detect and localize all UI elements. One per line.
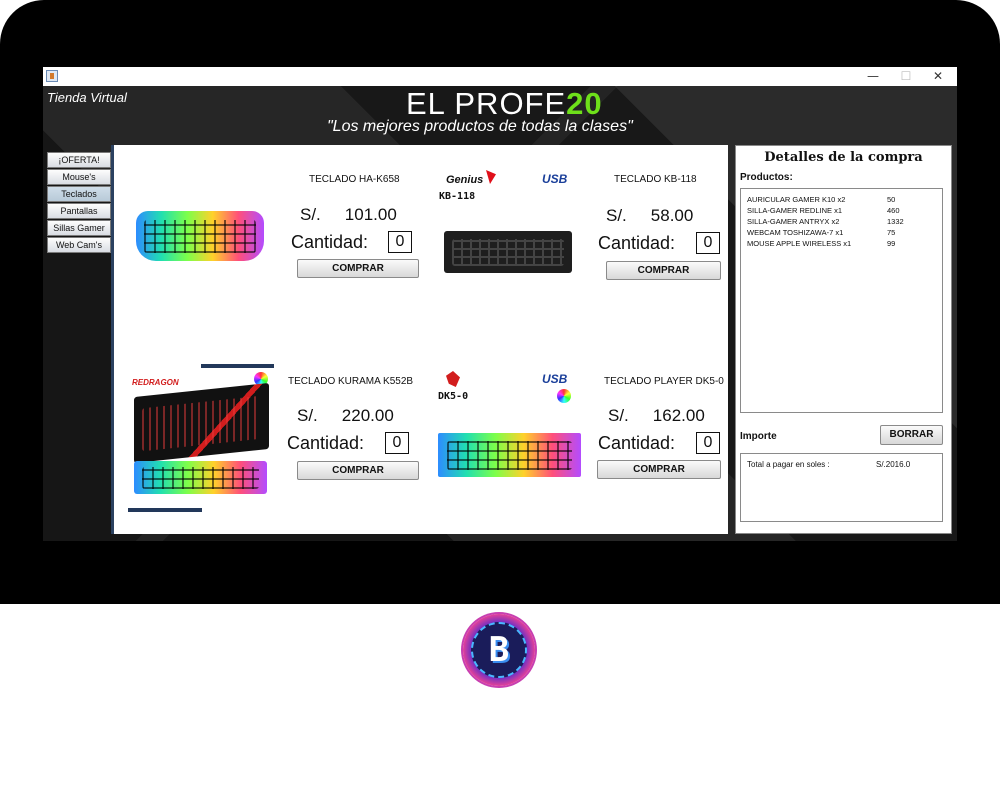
product-image-kurama xyxy=(134,461,267,494)
brand-number: 20 xyxy=(566,86,603,121)
buy-button[interactable]: COMPRAR xyxy=(297,461,419,480)
currency: S/. xyxy=(608,406,629,425)
products-panel: TECLADO HA-K658 S/. 101.00 Cantidad: 0 CO… xyxy=(111,145,728,534)
buy-button[interactable]: COMPRAR xyxy=(297,259,419,278)
product-price: S/. 101.00 xyxy=(300,205,397,225)
product-price: S/. 58.00 xyxy=(606,206,693,226)
item-price: 1332 xyxy=(887,217,904,226)
nav-webcams-button[interactable]: Web Cam's xyxy=(47,237,111,253)
product-price: S/. 162.00 xyxy=(608,406,705,426)
total-value: S/.2016.0 xyxy=(876,460,911,469)
logo-letter-icon: B xyxy=(488,630,510,670)
quantity-field[interactable]: 0 xyxy=(385,432,409,454)
currency: S/. xyxy=(606,206,627,225)
product-name: TECLADO PLAYER DK5-0 xyxy=(604,376,724,387)
cart-list[interactable]: AURICULAR GAMER K10 x2 50 SILLA-GAMER RED… xyxy=(740,188,943,413)
quantity-label: Cantidad: xyxy=(287,433,365,453)
total-area[interactable]: Total a pagar en soles : S/.2016.0 xyxy=(740,453,943,522)
quantity-label: Cantidad: xyxy=(598,233,676,253)
nav-mouses-button[interactable]: Mouse's xyxy=(47,169,111,185)
item-name: MOUSE APPLE WIRELESS x1 xyxy=(747,239,852,248)
close-button[interactable]: ✕ xyxy=(921,67,955,86)
total-label: Total a pagar en soles : xyxy=(747,460,830,469)
maximize-button[interactable]: ☐ xyxy=(889,67,923,86)
store-label: Tienda Virtual xyxy=(47,90,127,105)
item-name: SILLA-GAMER ANTRYX x2 xyxy=(747,217,840,226)
item-price: 75 xyxy=(887,228,896,237)
list-item: AURICULAR GAMER K10 x2 50 xyxy=(747,195,895,204)
product-name: TECLADO KURAMA K552B xyxy=(288,376,414,387)
model-label: KB-118 xyxy=(439,191,476,202)
quantity-field[interactable]: 0 xyxy=(696,432,720,454)
quantity-field[interactable]: 0 xyxy=(388,231,412,253)
price-value: 162.00 xyxy=(652,406,705,425)
divider-bar xyxy=(201,364,274,368)
product-image-kb-118 xyxy=(444,231,572,273)
list-item: MOUSE APPLE WIRELESS x1 99 xyxy=(747,239,895,248)
importe-label: Importe xyxy=(740,431,777,442)
usb-logo: USB xyxy=(542,172,568,186)
model-label: DK5-0 xyxy=(438,391,469,402)
nav-teclados-button[interactable]: Teclados xyxy=(47,186,111,202)
item-name: AURICULAR GAMER K10 x2 xyxy=(747,195,846,204)
product-price: S/. 220.00 xyxy=(297,406,394,426)
products-label: Productos: xyxy=(740,172,793,183)
app-window: — ☐ ✕ Tienda Virtual EL PROFE20 "Los mej… xyxy=(43,67,957,541)
title-bar: — ☐ ✕ xyxy=(43,67,957,86)
currency: S/. xyxy=(297,406,318,425)
quantity-label: Cantidad: xyxy=(291,232,369,252)
channel-logo: B xyxy=(463,614,535,686)
buy-button[interactable]: COMPRAR xyxy=(597,460,721,479)
product-image-dk5-0 xyxy=(438,433,581,477)
rgb-badge-icon xyxy=(557,389,571,403)
list-item: SILLA-GAMER ANTRYX x2 1332 xyxy=(747,217,904,226)
quantity-label: Cantidad: xyxy=(598,433,676,453)
brand-title: EL PROFE20 xyxy=(406,86,603,122)
details-title: Detalles de la compra xyxy=(764,150,923,165)
purchase-details-panel: Detalles de la compra Productos: AURICUL… xyxy=(735,145,952,534)
redragon-logo: REDRAGON xyxy=(132,378,179,387)
genius-arrow-icon xyxy=(486,170,496,184)
product-box-image xyxy=(134,382,269,464)
usb-logo: USB xyxy=(542,372,568,386)
item-name: SILLA-GAMER REDLINE x1 xyxy=(747,206,843,215)
java-app-icon xyxy=(46,70,58,82)
divider-bar xyxy=(128,508,202,512)
nav-sillas-button[interactable]: Sillas Gamer xyxy=(47,220,111,236)
product-image-ha-k658 xyxy=(136,211,264,261)
price-value: 58.00 xyxy=(650,206,694,225)
item-price: 460 xyxy=(887,206,900,215)
price-value: 101.00 xyxy=(344,205,397,224)
buy-button[interactable]: COMPRAR xyxy=(606,261,721,280)
category-nav: ¡OFERTA! Mouse's Teclados Pantallas Sill… xyxy=(47,152,111,254)
clear-button[interactable]: BORRAR xyxy=(880,425,943,445)
app-content: Tienda Virtual EL PROFE20 "Los mejores p… xyxy=(43,86,957,541)
quantity-field[interactable]: 0 xyxy=(696,232,720,254)
dragon-logo-icon xyxy=(446,371,460,387)
item-price: 50 xyxy=(887,195,896,204)
minimize-button[interactable]: — xyxy=(856,67,890,86)
currency: S/. xyxy=(300,205,321,224)
list-item: WEBCAM TOSHIZAWA-7 x1 75 xyxy=(747,228,895,237)
item-price: 99 xyxy=(887,239,896,248)
price-value: 220.00 xyxy=(341,406,394,425)
product-name: TECLADO HA-K658 xyxy=(309,174,400,185)
nav-oferta-button[interactable]: ¡OFERTA! xyxy=(47,152,111,168)
item-name: WEBCAM TOSHIZAWA-7 x1 xyxy=(747,228,844,237)
slogan: "Los mejores productos de todas la clase… xyxy=(327,118,633,135)
nav-pantallas-button[interactable]: Pantallas xyxy=(47,203,111,219)
product-name: TECLADO KB-118 xyxy=(614,174,697,185)
list-item: SILLA-GAMER REDLINE x1 460 xyxy=(747,206,900,215)
genius-logo: Genius xyxy=(446,174,484,186)
brand-prefix: EL PROFE xyxy=(406,86,567,121)
